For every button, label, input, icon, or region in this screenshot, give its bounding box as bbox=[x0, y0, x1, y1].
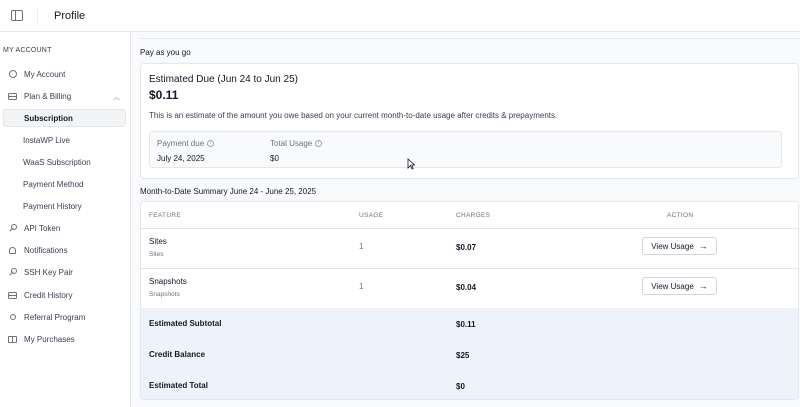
sidebar-item-plan-billing[interactable]: Plan & Billing ︿ bbox=[3, 87, 126, 105]
row-charge: $0.07 bbox=[456, 243, 477, 252]
sidebar-item-referral-program[interactable]: Referral Program bbox=[3, 308, 126, 326]
divider bbox=[141, 268, 798, 269]
people-icon bbox=[8, 313, 17, 322]
sidebar-item-label: Notifications bbox=[24, 245, 68, 255]
estimated-due-card: Estimated Due (Jun 24 to Jun 25) $0.11 T… bbox=[140, 63, 799, 179]
view-usage-button[interactable]: View Usage → bbox=[642, 277, 717, 295]
row-feature-sub: Sites bbox=[149, 251, 164, 258]
total-usage-value: $0 bbox=[270, 154, 279, 163]
row-charge: $0.04 bbox=[456, 283, 477, 292]
column-header-charges: CHARGES bbox=[456, 212, 491, 219]
sidebar: MY ACCOUNT My Account Plan & Billing ︿ S… bbox=[0, 32, 131, 407]
summary-table: FEATURE USAGE CHARGES ACTION Sites Sites… bbox=[140, 201, 799, 400]
info-icon[interactable]: i bbox=[315, 140, 323, 147]
divider bbox=[141, 228, 798, 229]
arrow-right-icon: → bbox=[698, 281, 708, 291]
sidebar-item-notifications[interactable]: Notifications bbox=[3, 241, 126, 259]
sidebar-item-label: API Token bbox=[24, 223, 61, 233]
sidebar-item-label: Payment History bbox=[23, 201, 82, 211]
row-usage: 1 bbox=[359, 242, 364, 251]
sidebar-item-ssh-key-pair[interactable]: SSH Key Pair bbox=[3, 263, 126, 281]
mouse-cursor-icon bbox=[407, 158, 415, 170]
sidebar-item-subscription[interactable]: Subscription bbox=[3, 109, 126, 127]
total-usage: Total Usage i $0 bbox=[270, 139, 323, 163]
row-feature-name: Sites bbox=[149, 237, 167, 246]
key-icon bbox=[8, 267, 17, 277]
top-bar: Profile bbox=[0, 0, 800, 32]
sidebar-item-label: Referral Program bbox=[24, 312, 86, 322]
payment-info-box: Payment due i July 24, 2025 Total Usage i … bbox=[149, 131, 782, 168]
view-usage-label: View Usage bbox=[651, 241, 694, 251]
sidebar-item-credit-history[interactable]: Credit History bbox=[3, 286, 126, 304]
total-usage-label: Total Usage bbox=[270, 139, 313, 148]
sidebar-item-label: Credit History bbox=[24, 290, 73, 300]
arrow-right-icon: → bbox=[698, 241, 708, 251]
sidebar-item-label: WaaS Subscription bbox=[23, 157, 91, 167]
credit-balance-label: Credit Balance bbox=[149, 350, 206, 359]
estimated-total-label: Estimated Total bbox=[149, 381, 208, 390]
payment-due: Payment due i July 24, 2025 bbox=[157, 139, 215, 163]
estimated-subtotal-label: Estimated Subtotal bbox=[149, 319, 222, 328]
payg-section-title: Pay as you go bbox=[140, 48, 191, 57]
payment-due-label: Payment due bbox=[157, 139, 205, 148]
estimated-total-value: $0 bbox=[456, 382, 465, 391]
column-header-usage: USAGE bbox=[359, 212, 384, 219]
sidebar-item-api-token[interactable]: API Token bbox=[3, 219, 126, 237]
summary-section-title: Month-to-Date Summary June 24 - June 25,… bbox=[140, 187, 317, 196]
sidebar-item-label: Payment Method bbox=[23, 179, 84, 189]
column-header-feature: FEATURE bbox=[149, 212, 181, 219]
sidebar-item-payment-history[interactable]: Payment History bbox=[3, 197, 126, 215]
row-usage: 1 bbox=[359, 282, 364, 291]
sidebar-item-label: SSH Key Pair bbox=[24, 267, 73, 277]
estimated-due-title: Estimated Due (Jun 24 to Jun 25) bbox=[149, 74, 298, 85]
chevron-up-icon: ︿ bbox=[113, 94, 120, 101]
main-content: Pay as you go Estimated Due (Jun 24 to J… bbox=[132, 32, 800, 407]
view-usage-button[interactable]: View Usage → bbox=[642, 237, 717, 255]
sidebar-item-waas-subscription[interactable]: WaaS Subscription bbox=[3, 153, 126, 171]
estimated-subtotal-value: $0.11 bbox=[456, 320, 476, 329]
sidebar-item-payment-method[interactable]: Payment Method bbox=[3, 175, 126, 193]
sidebar-item-label: Subscription bbox=[24, 113, 73, 123]
sidebar-item-label: My Account bbox=[24, 69, 66, 79]
summary-totals: Estimated Subtotal $0.11 Credit Balance … bbox=[141, 308, 798, 399]
sidebar-item-label: InstaWP Live bbox=[23, 135, 70, 145]
credit-card-icon bbox=[8, 291, 17, 300]
key-icon bbox=[8, 223, 17, 233]
sidebar-section-label: MY ACCOUNT bbox=[3, 47, 52, 54]
sidebar-toggle-icon[interactable] bbox=[11, 10, 23, 21]
user-circle-icon bbox=[8, 70, 17, 79]
sidebar-item-my-account[interactable]: My Account bbox=[3, 65, 126, 83]
sidebar-item-label: Plan & Billing bbox=[24, 91, 72, 101]
gift-icon bbox=[8, 335, 17, 344]
info-icon[interactable]: i bbox=[207, 140, 215, 147]
sidebar-item-my-purchases[interactable]: My Purchases bbox=[3, 330, 126, 348]
page-title: Profile bbox=[54, 9, 86, 22]
credit-balance-value: $25 bbox=[456, 351, 470, 360]
header-divider bbox=[37, 8, 38, 23]
bell-icon bbox=[8, 246, 17, 255]
view-usage-label: View Usage bbox=[651, 281, 694, 291]
row-feature-name: Snapshots bbox=[149, 277, 187, 286]
sidebar-item-label: My Purchases bbox=[24, 334, 75, 344]
payment-due-value: July 24, 2025 bbox=[157, 154, 205, 163]
estimated-due-description: This is an estimate of the amount you ow… bbox=[149, 111, 558, 120]
sidebar-item-instawp-live[interactable]: InstaWP Live bbox=[3, 131, 126, 149]
row-feature-sub: Snapshots bbox=[149, 291, 180, 298]
estimated-due-amount: $0.11 bbox=[149, 88, 179, 102]
column-header-action: ACTION bbox=[667, 212, 694, 219]
divider bbox=[140, 38, 800, 39]
credit-card-icon bbox=[8, 92, 17, 101]
